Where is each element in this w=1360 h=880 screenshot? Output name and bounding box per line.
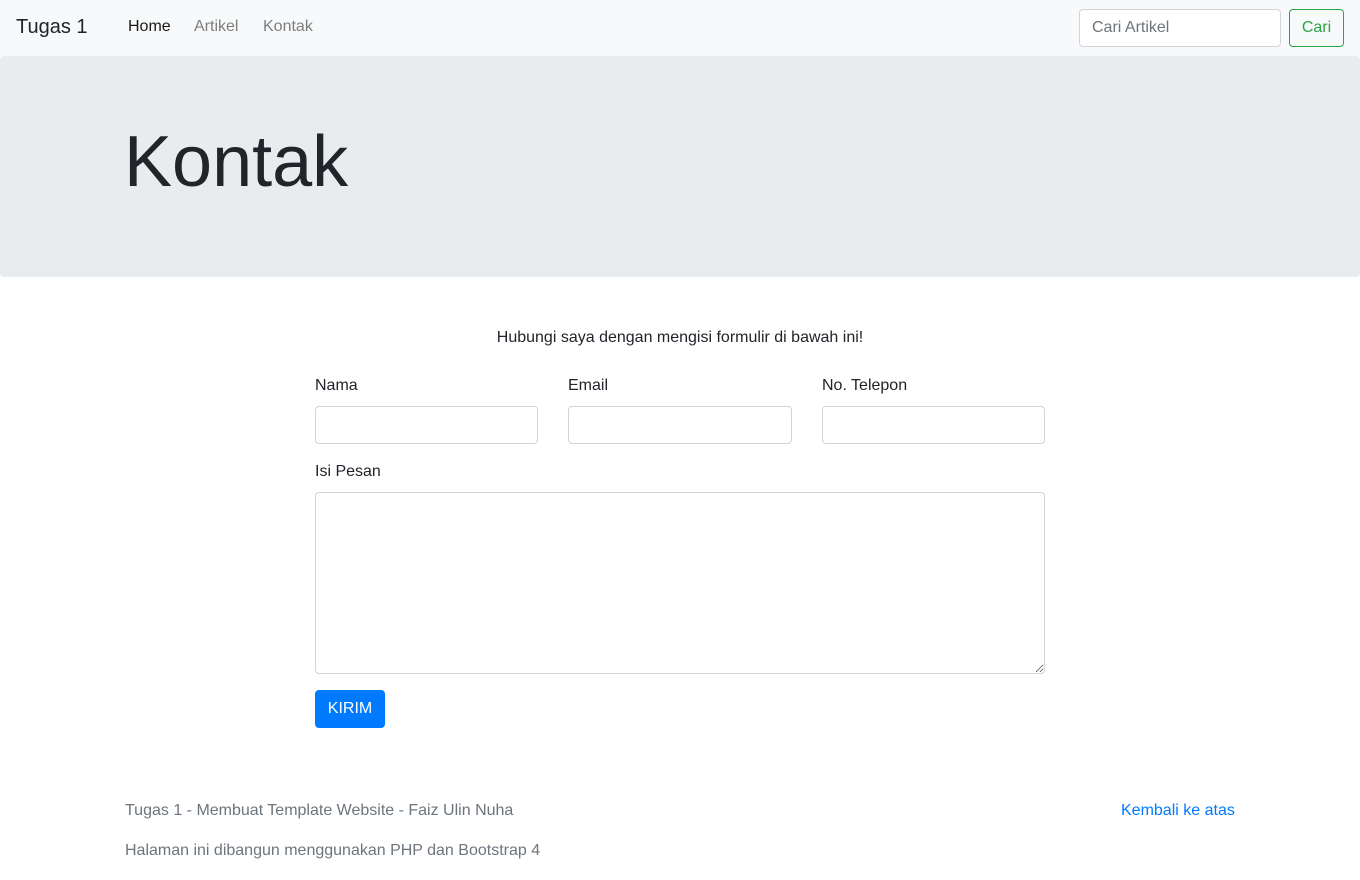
brand-link[interactable]: Tugas 1 (16, 15, 88, 39)
nav-link-kontak[interactable]: Kontak (263, 17, 313, 37)
phone-field[interactable] (822, 406, 1045, 444)
message-textarea[interactable] (315, 492, 1045, 674)
jumbotron: Kontak (0, 56, 1360, 277)
footer-built-with: Halaman ini dibangun menggunakan PHP dan… (125, 842, 541, 859)
nav-link-artikel[interactable]: Artikel (194, 17, 238, 37)
email-field[interactable] (568, 406, 792, 444)
search-button[interactable]: Cari (1289, 9, 1344, 47)
submit-button[interactable]: KIRIM (315, 690, 385, 728)
message-label: Isi Pesan (315, 463, 381, 480)
navbar: Tugas 1 Home Artikel Kontak Cari (0, 0, 1360, 56)
footer-credit: Tugas 1 - Membuat Template Website - Fai… (125, 802, 514, 819)
phone-label: No. Telepon (822, 377, 908, 394)
contact-intro: Hubungi saya dengan mengisi formulir di … (496, 329, 864, 346)
nav-link-home[interactable]: Home (128, 17, 171, 37)
page-title: Kontak (124, 122, 349, 202)
name-label: Nama (315, 377, 358, 394)
name-field[interactable] (315, 406, 538, 444)
search-input[interactable] (1079, 9, 1281, 47)
back-to-top-link[interactable]: Kembali ke atas (1121, 801, 1235, 821)
email-label: Email (568, 377, 609, 394)
